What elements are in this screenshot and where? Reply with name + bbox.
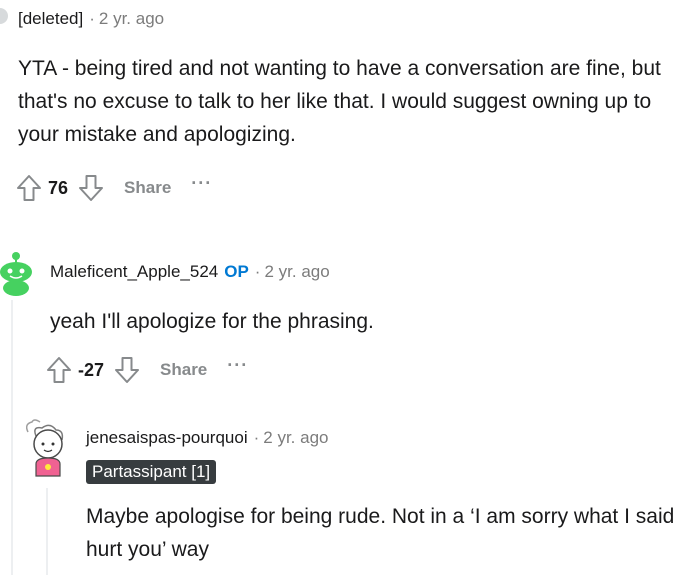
downvote-icon <box>79 175 104 201</box>
comment-meta: Maleficent_Apple_524 OP · 2 yr. ago <box>50 262 330 282</box>
share-button[interactable]: Share <box>124 178 171 198</box>
comment-body: yeah I'll apologize for the phrasing. <box>50 310 374 333</box>
timestamp[interactable]: 2 yr. ago <box>264 262 329 281</box>
author-name: [deleted] <box>18 9 84 28</box>
avatar-icon[interactable] <box>0 8 8 24</box>
comment-thread: [deleted] · 2 yr. ago YTA - being tired an… <box>0 0 700 575</box>
upvote-icon <box>47 357 71 383</box>
vote-score: 76 <box>48 177 69 198</box>
more-icon[interactable]: ··· <box>191 173 212 194</box>
thread-line[interactable] <box>11 300 13 575</box>
avatar-icon[interactable] <box>22 418 72 478</box>
meta-separator: · <box>254 262 261 281</box>
meta-separator: · <box>89 9 95 28</box>
upvote-icon <box>17 175 41 201</box>
timestamp[interactable]: 2 yr. ago <box>263 428 328 447</box>
downvote-button[interactable] <box>114 356 140 384</box>
comment-meta: jenesaispas-pourquoi · 2 yr. ago <box>86 428 329 448</box>
meta-separator: · <box>253 428 260 447</box>
timestamp[interactable]: 2 yr. ago <box>99 9 164 28</box>
share-button[interactable]: Share <box>160 360 207 380</box>
upvote-button[interactable] <box>46 356 72 384</box>
op-badge: OP <box>224 262 249 281</box>
comment-actions: -27 Share ··· <box>46 355 248 384</box>
comment-body: YTA - being tired and not wanting to hav… <box>18 57 661 146</box>
downvote-button[interactable] <box>78 174 104 202</box>
upvote-button[interactable] <box>16 174 42 202</box>
author-name[interactable]: Maleficent_Apple_524 <box>50 262 218 281</box>
author-name[interactable]: jenesaispas-pourquoi <box>86 428 248 447</box>
comment-meta: [deleted] · 2 yr. ago <box>18 9 164 29</box>
comment-body: Maybe apologise for being rude. Not in a… <box>86 505 675 561</box>
thread-line[interactable] <box>46 488 48 575</box>
comment-actions: 76 Share ··· <box>16 173 212 202</box>
downvote-icon <box>115 357 140 383</box>
more-icon[interactable]: ··· <box>227 355 248 376</box>
snoo-avatar[interactable] <box>0 248 36 296</box>
user-flair: Partassipant [1] <box>86 460 217 484</box>
vote-score: -27 <box>78 359 105 380</box>
